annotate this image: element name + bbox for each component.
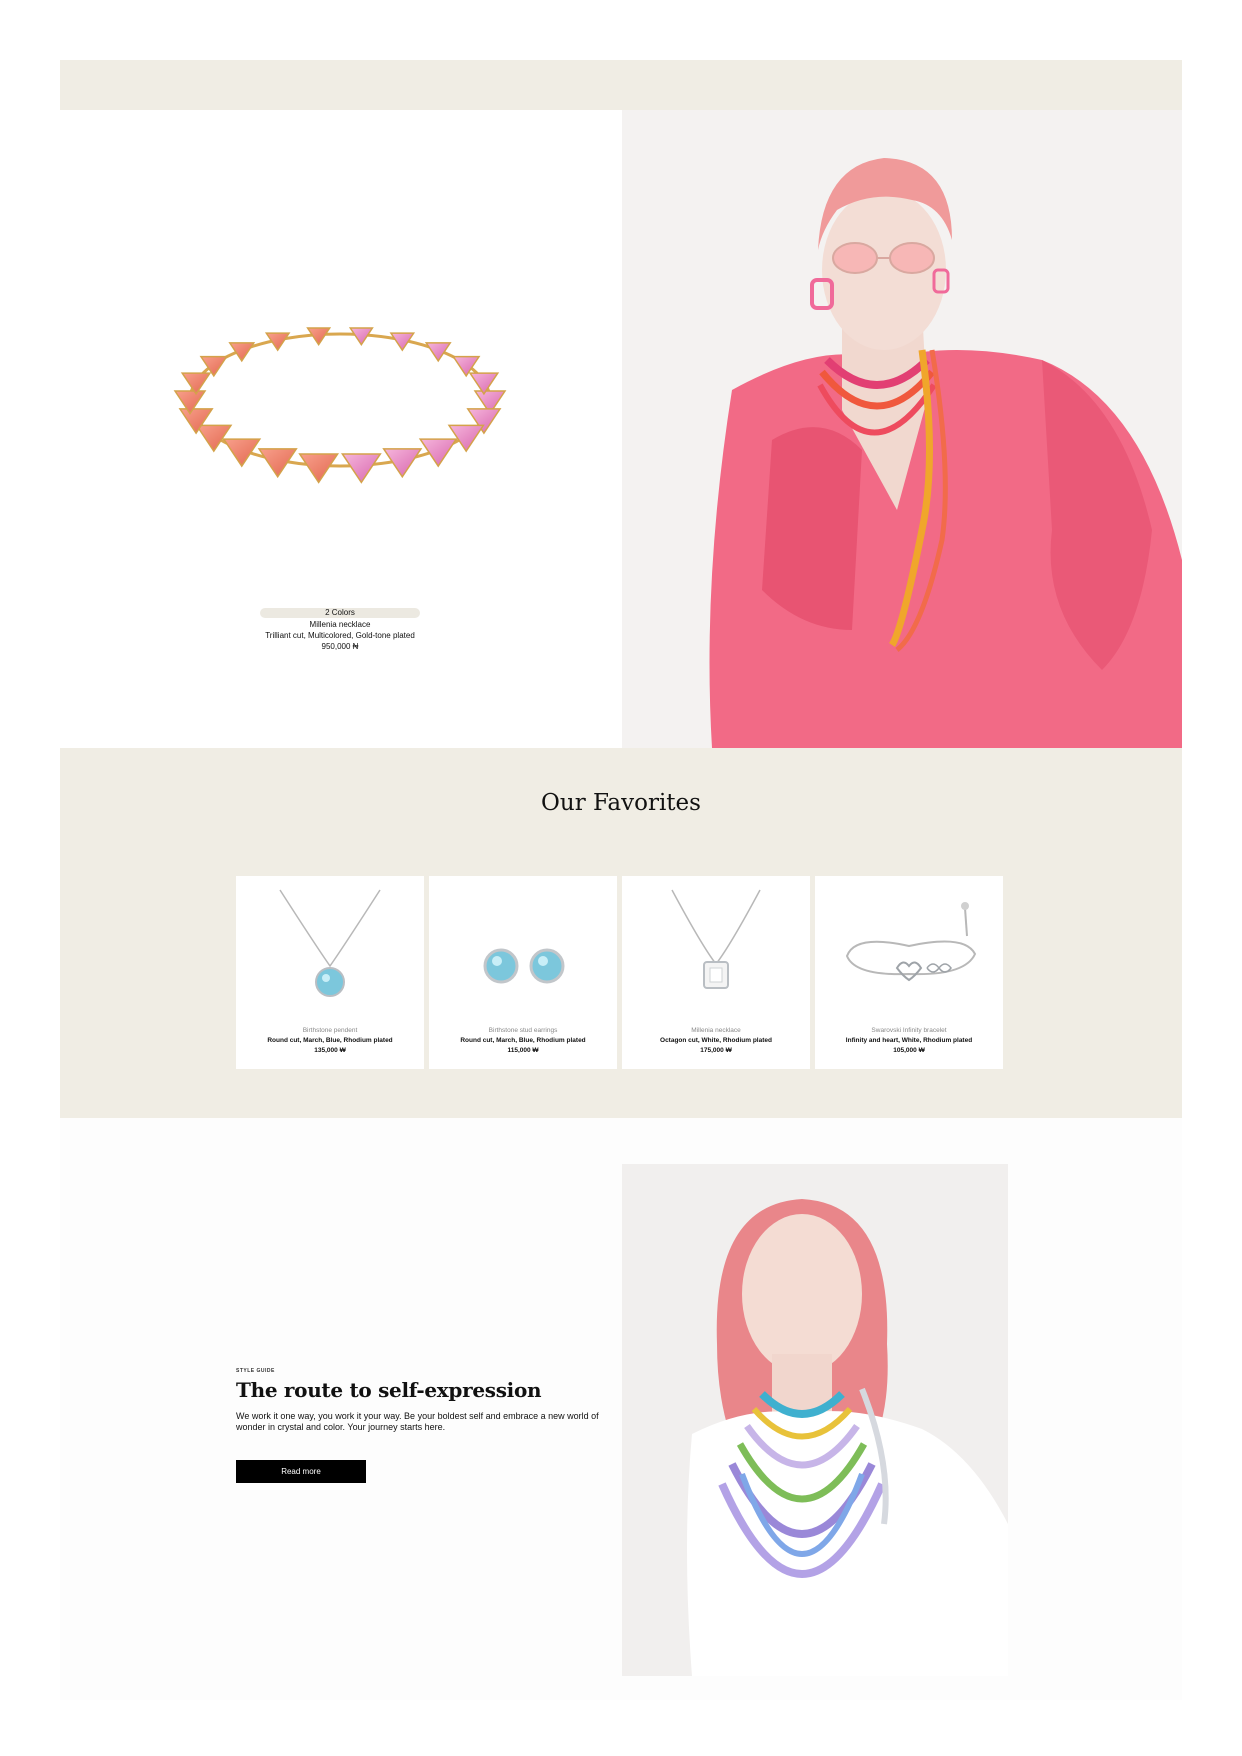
colors-badge[interactable]: 2 Colors	[260, 608, 420, 618]
style-guide-body: We work it one way, you work it your way…	[236, 1411, 599, 1432]
hero-product-name: Millenia necklace	[309, 620, 371, 629]
product-meta: Millenia necklace Octagon cut, White, Rh…	[622, 1026, 810, 1056]
necklace-product-image[interactable]	[150, 290, 530, 510]
necklace-gem	[418, 438, 458, 468]
necklace-gem	[228, 342, 256, 363]
necklace-gem	[222, 438, 262, 468]
product-name: Birthstone stud earrings	[488, 1027, 558, 1034]
necklace-gem	[424, 342, 452, 363]
product-description: Round cut, March, Blue, Rhodium plated	[460, 1037, 586, 1044]
style-guide-section: STYLE GUIDE The route to self-expression…	[60, 1118, 1182, 1700]
necklace-gem	[340, 453, 382, 484]
style-guide-title: The route to self-expression	[236, 1378, 542, 1402]
eyebrow-label: STYLE GUIDE	[236, 1368, 275, 1374]
product-card[interactable]: Birthstone stud earrings Round cut, Marc…	[429, 876, 617, 1069]
product-price: 105,000 ₩	[893, 1047, 925, 1054]
hero-product-description: Trilliant cut, Multicolored, Gold-tone p…	[265, 631, 415, 640]
product-card[interactable]: Birthstone pendent Round cut, March, Blu…	[236, 876, 424, 1069]
hero-model-photo	[622, 110, 1182, 748]
top-banner-band	[60, 60, 1182, 110]
product-description: Octagon cut, White, Rhodium plated	[660, 1037, 772, 1044]
hero-section: 2 Colors Millenia necklace Trilliant cut…	[60, 110, 1182, 748]
bracelet-image	[845, 902, 977, 982]
necklace-gem	[447, 424, 485, 453]
product-description: Infinity and heart, White, Rhodium plate…	[845, 1037, 973, 1044]
product-name: Millenia necklace	[691, 1027, 741, 1034]
product-name: Birthstone pendent	[302, 1027, 358, 1034]
favorites-title: Our Favorites	[541, 790, 701, 816]
product-description: Round cut, March, Blue, Rhodium plated	[267, 1037, 393, 1044]
product-price: 115,000 ₩	[507, 1047, 539, 1054]
necklace-gem	[298, 453, 340, 484]
product-price: 175,000 ₩	[700, 1047, 732, 1054]
product-meta: Birthstone stud earrings Round cut, Marc…	[429, 1026, 617, 1056]
style-guide-model-photo	[622, 1164, 1008, 1676]
octagon-necklace-image	[671, 889, 761, 989]
product-meta: Swarovski Infinity bracelet Infinity and…	[815, 1026, 1003, 1056]
read-more-button[interactable]: Read more	[236, 1460, 366, 1483]
product-card[interactable]: Swarovski Infinity bracelet Infinity and…	[815, 876, 1003, 1069]
hero-product-panel[interactable]: 2 Colors Millenia necklace Trilliant cut…	[60, 110, 622, 748]
pendant-image	[279, 889, 381, 997]
favorites-section: Our Favorites ‹ › Birthstone pendent Rou…	[60, 748, 1182, 1118]
hero-product-info[interactable]: 2 Colors Millenia necklace Trilliant cut…	[260, 608, 420, 652]
earrings-image	[483, 948, 565, 984]
product-price: 135,000 ₩	[314, 1047, 346, 1054]
hero-product-price: 950,000 ₦	[321, 642, 359, 651]
product-name: Swarovski Infinity bracelet	[871, 1027, 947, 1034]
style-guide-text: STYLE GUIDE The route to self-expression…	[236, 1368, 616, 1433]
product-meta: Birthstone pendent Round cut, March, Blu…	[236, 1026, 424, 1056]
product-card[interactable]: Millenia necklace Octagon cut, White, Rh…	[622, 876, 810, 1069]
necklace-gem	[195, 424, 233, 453]
